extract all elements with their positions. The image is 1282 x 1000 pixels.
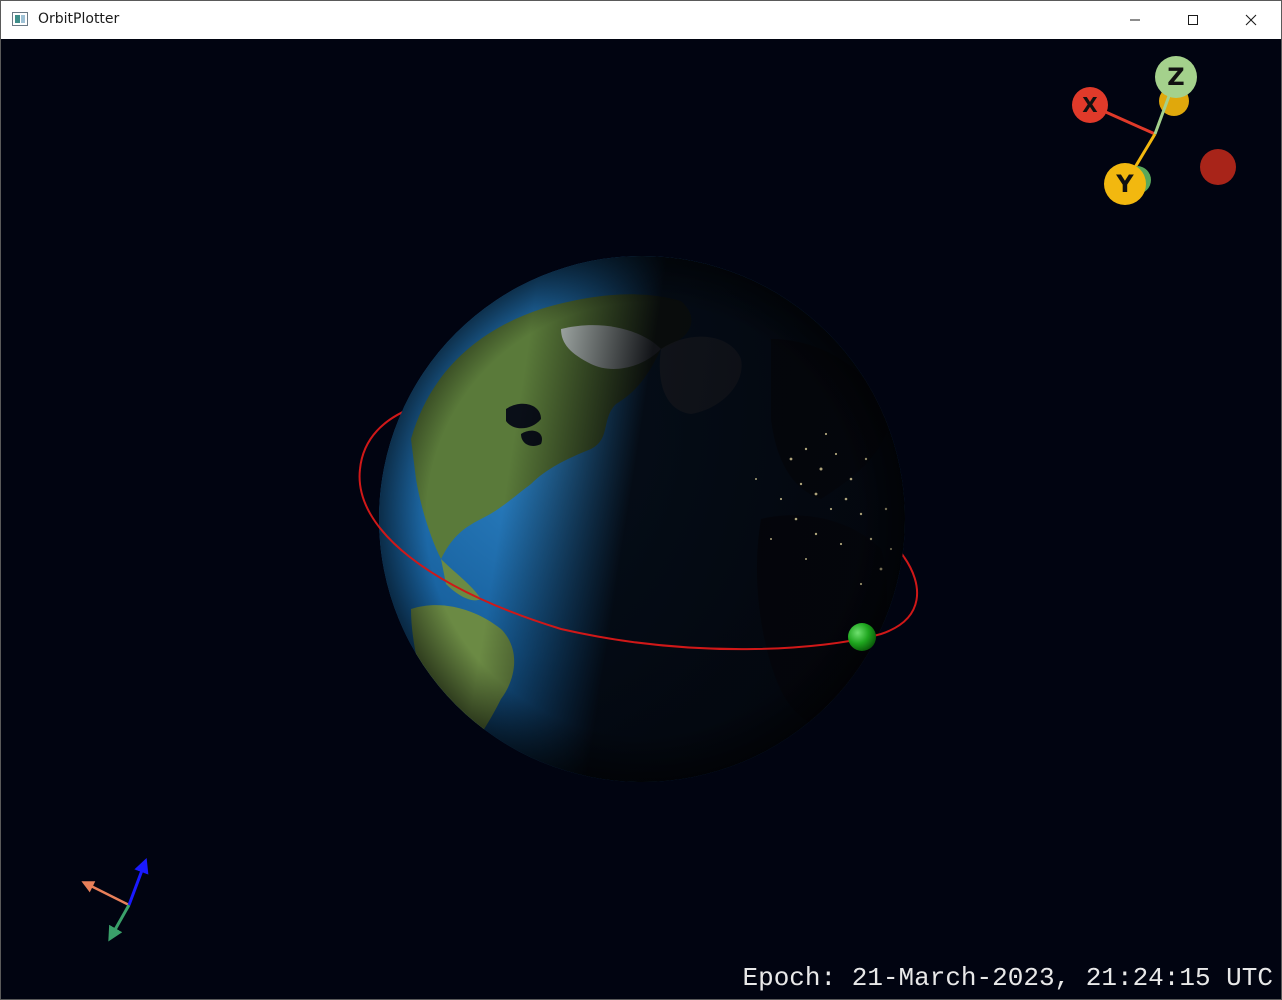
gizmo-x-label: X: [1082, 93, 1098, 117]
gizmo-y-label: Y: [1115, 170, 1134, 198]
satellite-marker[interactable]: [848, 623, 876, 651]
triad-axis-orange: [81, 881, 130, 907]
maximize-icon: [1188, 15, 1198, 25]
axis-gizmo[interactable]: X Y Z: [1072, 56, 1236, 205]
minimize-button[interactable]: [1106, 1, 1164, 39]
orientation-triad: [81, 857, 149, 942]
earth-globe[interactable]: [371, 249, 931, 789]
scene-canvas[interactable]: X Y Z: [1, 39, 1281, 999]
triad-axis-blue: [127, 857, 149, 906]
minimize-icon: [1130, 19, 1140, 21]
close-button[interactable]: [1222, 1, 1280, 39]
title-bar[interactable]: OrbitPlotter: [1, 1, 1281, 39]
triad-axis-green: [108, 904, 131, 942]
epoch-readout: Epoch: 21-March-2023, 21:24:15 UTC: [742, 963, 1274, 993]
gizmo-neg-x-knob[interactable]: [1200, 149, 1236, 185]
close-icon: [1245, 14, 1257, 26]
gizmo-z-label: Z: [1167, 63, 1184, 91]
window-title: OrbitPlotter: [38, 11, 120, 27]
app-window: OrbitPlotter X Y Z Epoch: 21-March-2023,…: [0, 0, 1282, 1000]
3d-viewport[interactable]: X Y Z Epoch: 21-March-2023, 21:24:15 UTC: [1, 39, 1281, 999]
maximize-button[interactable]: [1164, 1, 1222, 39]
app-icon: [12, 12, 28, 26]
